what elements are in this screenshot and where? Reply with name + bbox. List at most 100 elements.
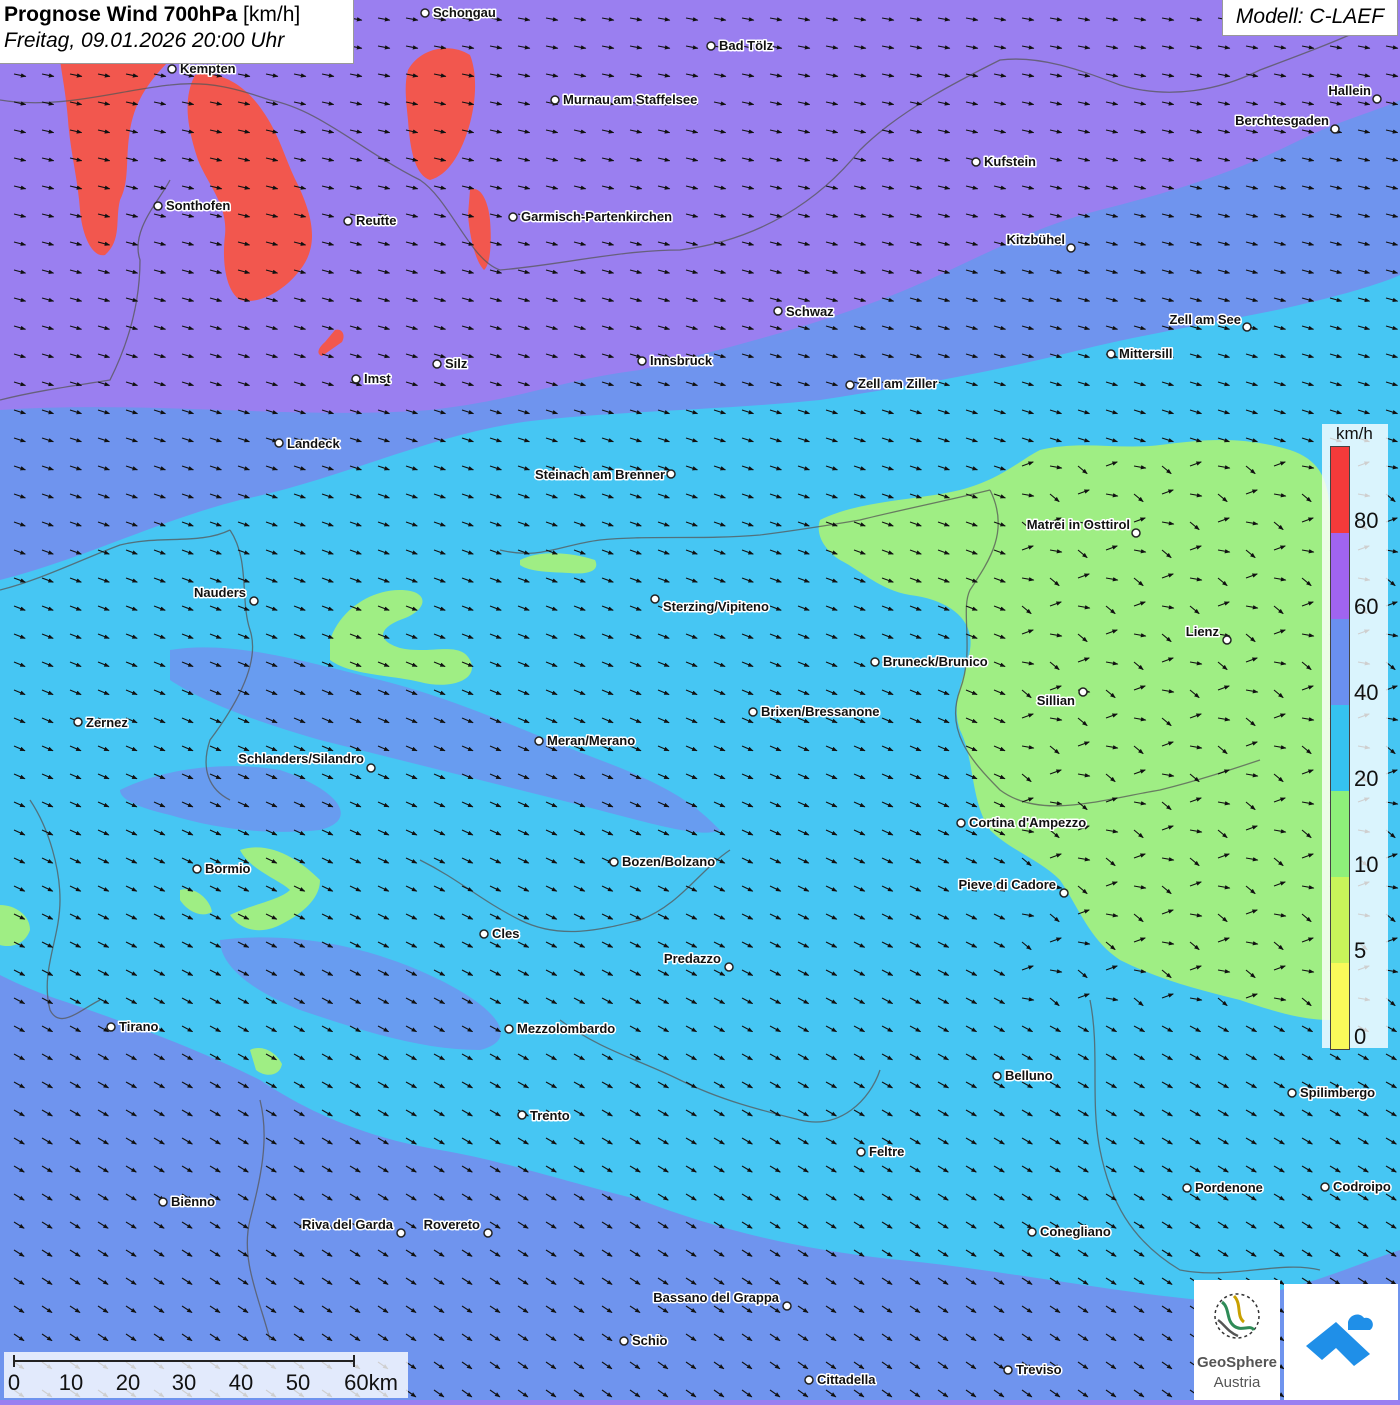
legend-tick-0: 0	[1354, 1024, 1367, 1049]
legend-tick-10: 10	[1354, 852, 1379, 877]
svg-text:Steinach am Brenner: Steinach am Brenner	[535, 467, 665, 482]
svg-text:Cortina d'Ampezzo: Cortina d'Ampezzo	[969, 815, 1086, 830]
legend-swatch-lime	[1331, 877, 1349, 963]
svg-text:Riva del Garda: Riva del Garda	[302, 1217, 394, 1232]
legend-swatch-blue	[1331, 619, 1349, 705]
svg-text:Trento: Trento	[530, 1108, 570, 1123]
color-legend: km/h 80 60 40 20 10 5 0	[1322, 424, 1388, 1050]
svg-text:Bassano del Grappa: Bassano del Grappa	[653, 1290, 779, 1305]
svg-text:Bad Tölz: Bad Tölz	[719, 38, 774, 53]
svg-text:Codroipo: Codroipo	[1333, 1179, 1391, 1194]
town-zell-am-ziller[interactable]: Zell am Ziller	[845, 375, 939, 393]
svg-text:Innsbruck: Innsbruck	[650, 353, 713, 368]
svg-text:Murnau am Staffelsee: Murnau am Staffelsee	[563, 92, 697, 107]
svg-text:Sterzing/Vipiteno: Sterzing/Vipiteno	[663, 599, 769, 614]
svg-text:Schio: Schio	[632, 1333, 667, 1348]
svg-text:Bormio: Bormio	[205, 861, 251, 876]
town-brixen[interactable]: Brixen/Bressanone	[748, 703, 881, 721]
scale-label-10: 10	[58, 1370, 84, 1395]
scale-bar-line	[13, 1355, 355, 1367]
town-bozen[interactable]: Bozen/Bolzano	[609, 853, 717, 871]
svg-text:Meran/Merano: Meran/Merano	[547, 733, 635, 748]
town-mezzolombardo[interactable]: Mezzolombardo	[504, 1020, 617, 1038]
model-label: Modell: C-LAEF	[1222, 0, 1398, 36]
wind-map[interactable]: Schongau Bad Tölz Kempten Murnau am Staf…	[0, 0, 1400, 1400]
svg-text:Rovereto: Rovereto	[424, 1217, 480, 1232]
legend-tick-60: 60	[1354, 594, 1379, 619]
svg-text:Nauders: Nauders	[194, 585, 246, 600]
town-murnau[interactable]: Murnau am Staffelsee	[550, 91, 699, 109]
svg-text:Cles: Cles	[492, 926, 519, 941]
town-schongau[interactable]: Schongau	[420, 4, 497, 22]
map-title: Prognose Wind 700hPa [km/h]	[4, 3, 353, 27]
svg-text:Zell am See: Zell am See	[1169, 312, 1241, 327]
town-conegliano[interactable]: Conegliano	[1027, 1223, 1112, 1241]
scale-bar: 0 10 20 30 40 50 60km	[4, 1352, 408, 1398]
map-title-main: Prognose Wind 700hPa	[4, 3, 238, 26]
town-meran[interactable]: Meran/Merano	[534, 732, 637, 750]
svg-text:Feltre: Feltre	[869, 1144, 904, 1159]
svg-text:Brixen/Bressanone: Brixen/Bressanone	[761, 704, 880, 719]
svg-text:Berchtesgaden: Berchtesgaden	[1235, 113, 1329, 128]
legend-tick-5: 5	[1354, 938, 1367, 963]
town-garmisch[interactable]: Garmisch-Partenkirchen	[508, 208, 674, 226]
svg-text:Predazzo: Predazzo	[664, 951, 721, 966]
svg-text:Landeck: Landeck	[287, 436, 341, 451]
svg-text:Silz: Silz	[445, 356, 468, 371]
geosphere-logo[interactable]: GeoSphere Austria	[1194, 1280, 1280, 1400]
legend-swatch-cyan	[1331, 705, 1349, 791]
forecast-time: Freitag, 09.01.2026 20:00 Uhr	[4, 29, 285, 52]
svg-text:Pordenone: Pordenone	[1195, 1180, 1263, 1195]
svg-text:Treviso: Treviso	[1016, 1362, 1062, 1377]
svg-text:Sillian: Sillian	[1037, 693, 1075, 708]
svg-text:Cittadella: Cittadella	[817, 1372, 876, 1387]
geosphere-logo-country: Austria	[1213, 1374, 1261, 1391]
legend-tick-20: 20	[1354, 766, 1379, 791]
svg-text:Mezzolombardo: Mezzolombardo	[517, 1021, 615, 1036]
town-bruneck[interactable]: Bruneck/Brunico	[870, 653, 989, 671]
town-innsbruck[interactable]: Innsbruck	[637, 352, 714, 370]
svg-text:Zernez: Zernez	[86, 715, 128, 730]
svg-text:Hallein: Hallein	[1328, 83, 1371, 98]
legend-swatch-purple	[1331, 533, 1349, 619]
town-steinach[interactable]: Steinach am Brenner	[533, 466, 676, 484]
svg-text:Pieve di Cadore: Pieve di Cadore	[958, 877, 1056, 892]
legend-tick-40: 40	[1354, 680, 1379, 705]
svg-text:Spilimbergo: Spilimbergo	[1300, 1085, 1375, 1100]
svg-text:Schlanders/Silandro: Schlanders/Silandro	[238, 751, 364, 766]
svg-text:Bruneck/Brunico: Bruneck/Brunico	[883, 654, 988, 669]
legend-swatch-red	[1331, 447, 1349, 533]
legend-swatch-green	[1331, 791, 1349, 877]
svg-text:Sonthofen: Sonthofen	[166, 198, 230, 213]
map-title-unit: [km/h]	[243, 3, 301, 26]
town-pordenone[interactable]: Pordenone	[1182, 1179, 1264, 1197]
svg-text:Bozen/Bolzano: Bozen/Bolzano	[622, 854, 715, 869]
weather-app-logo-icon	[1306, 1314, 1373, 1366]
svg-text:Bienno: Bienno	[171, 1194, 215, 1209]
town-spilimbergo[interactable]: Spilimbergo	[1287, 1084, 1377, 1102]
weather-app-logo[interactable]	[1284, 1284, 1398, 1400]
svg-text:Belluno: Belluno	[1005, 1068, 1053, 1083]
svg-text:Matrei in Osttirol: Matrei in Osttirol	[1027, 517, 1130, 532]
legend-tick-80: 80	[1354, 508, 1379, 533]
legend-swatch-yellow	[1331, 963, 1349, 1049]
svg-text:Conegliano: Conegliano	[1040, 1224, 1111, 1239]
scale-label-20: 20	[115, 1370, 141, 1395]
scale-label-30: 30	[171, 1370, 197, 1395]
svg-text:Schwaz: Schwaz	[786, 304, 834, 319]
town-cortina[interactable]: Cortina d'Ampezzo	[956, 814, 1088, 832]
legend-unit: km/h	[1336, 424, 1373, 443]
geosphere-logo-name: GeoSphere	[1196, 1354, 1278, 1371]
svg-text:Kitzbühel: Kitzbühel	[1007, 232, 1066, 247]
scale-label-40: 40	[228, 1370, 254, 1395]
svg-text:Reutte: Reutte	[356, 213, 396, 228]
svg-text:Tirano: Tirano	[119, 1019, 159, 1034]
svg-text:Garmisch-Partenkirchen: Garmisch-Partenkirchen	[521, 209, 672, 224]
town-sonthofen[interactable]: Sonthofen	[153, 197, 232, 215]
scale-label-0: 0	[7, 1370, 21, 1395]
svg-text:Mittersill: Mittersill	[1119, 346, 1172, 361]
svg-text:Kufstein: Kufstein	[984, 154, 1036, 169]
geosphere-logo-icon	[1214, 1293, 1260, 1339]
svg-text:Imst: Imst	[364, 371, 391, 386]
svg-text:Zell am Ziller: Zell am Ziller	[858, 376, 937, 391]
